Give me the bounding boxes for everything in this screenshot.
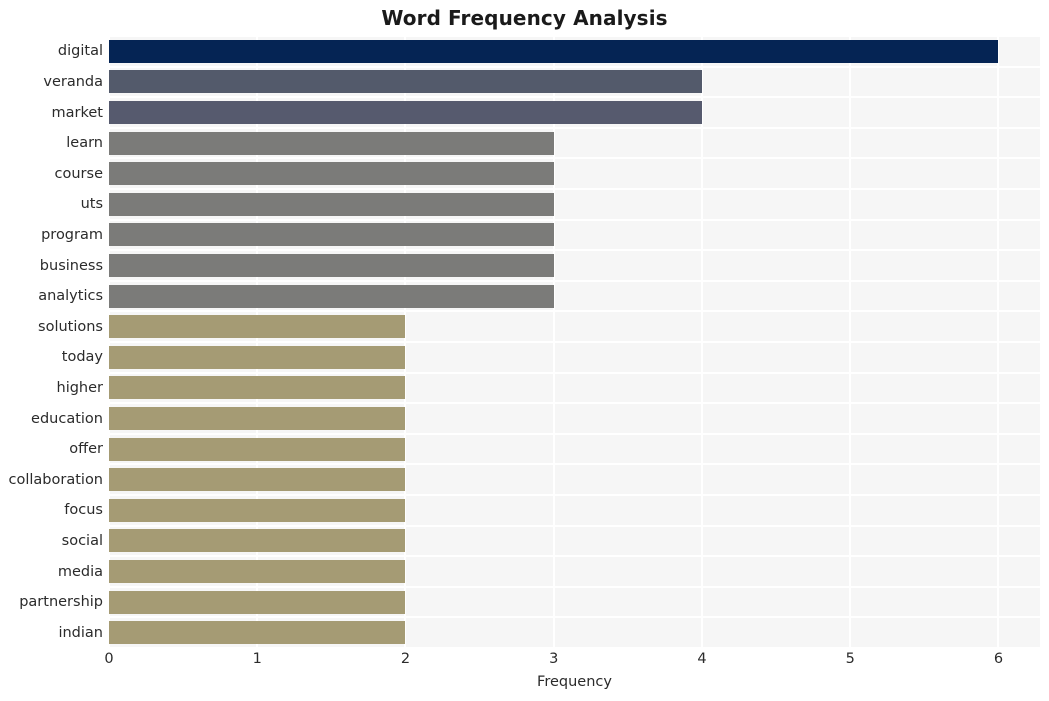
bar [109, 407, 406, 430]
bar [109, 621, 406, 645]
bar [109, 468, 406, 492]
y-tick-label: veranda [43, 73, 103, 90]
y-tick-label: business [39, 257, 103, 274]
y-tick-label: market [51, 104, 103, 121]
gridline-horizontal-5 [109, 188, 1040, 190]
y-tick-label: learn [66, 135, 103, 152]
bar [109, 498, 406, 522]
gridline-horizontal-9 [109, 310, 1040, 313]
gridline-horizontal-8 [109, 279, 1040, 282]
gridline-horizontal-6 [109, 218, 1040, 221]
bar [109, 345, 406, 369]
bar [109, 192, 554, 216]
gridline-horizontal-16 [109, 524, 1040, 527]
x-axis-tick-labels: 0 1 2 3 4 5 6 [104, 651, 1040, 674]
x-tick-label: 1 [252, 651, 262, 667]
y-tick-label: today [61, 349, 103, 366]
y-axis-tick-labels: digital veranda market learn course uts progra… [0, 36, 103, 648]
gridline-horizontal-0 [109, 35, 1040, 37]
y-tick-label: analytics [38, 288, 103, 305]
plot-area [108, 35, 1040, 649]
y-tick-label: partnership [19, 594, 103, 611]
bar [109, 437, 406, 461]
y-tick-label: higher [56, 379, 104, 396]
gridline-horizontal-17 [109, 555, 1040, 558]
y-tick-label: course [54, 165, 103, 182]
gridline-horizontal-14 [109, 463, 1040, 466]
bar [109, 39, 999, 63]
bar [109, 70, 702, 94]
bar [109, 315, 406, 339]
bar [109, 590, 406, 614]
gridline-horizontal-4 [109, 157, 1040, 160]
gridline-horizontal-2 [109, 96, 1040, 99]
gridline-horizontal-15 [109, 494, 1040, 496]
x-axis-title: Frequency [537, 674, 612, 690]
x-tick-label: 2 [400, 651, 411, 667]
y-tick-label: media [57, 563, 103, 580]
y-tick-label: offer [69, 441, 103, 458]
y-tick-label: program [41, 226, 103, 243]
word-frequency-bar-chart: Word Frequency Analysis digital veranda ma… [0, 0, 1049, 701]
gridline-horizontal-18 [109, 585, 1040, 588]
x-tick-label: 6 [993, 651, 1004, 667]
x-tick-label: 0 [104, 651, 114, 667]
gridline-horizontal-19 [109, 616, 1040, 619]
y-tick-label: uts [80, 196, 103, 213]
bar [109, 560, 406, 583]
y-tick-label: social [61, 532, 103, 549]
chart-title: Word Frequency Analysis [381, 6, 668, 30]
y-tick-label: collaboration [8, 471, 103, 488]
gridline-horizontal-20 [109, 647, 1040, 649]
gridline-horizontal-1 [109, 65, 1040, 68]
gridline-horizontal-11 [109, 371, 1040, 374]
bar [109, 529, 406, 553]
bar [109, 162, 554, 186]
bar [109, 284, 554, 308]
x-tick-label: 3 [549, 651, 559, 667]
gridline-horizontal-12 [109, 402, 1040, 405]
bar [109, 254, 554, 277]
y-tick-label: education [31, 410, 103, 427]
gridline-horizontal-10 [109, 341, 1040, 343]
gridline-horizontal-3 [109, 126, 1040, 129]
bar [109, 376, 406, 400]
y-tick-label: indian [58, 624, 103, 641]
y-tick-label: solutions [38, 318, 103, 335]
bar [109, 131, 554, 155]
bar [109, 223, 554, 247]
gridline-horizontal-13 [109, 432, 1040, 435]
x-tick-label: 4 [697, 651, 707, 667]
gridline-horizontal-7 [109, 249, 1040, 252]
bar [109, 101, 702, 124]
y-tick-label: digital [57, 43, 103, 60]
y-tick-label: focus [64, 502, 103, 519]
x-tick-label: 5 [845, 651, 855, 667]
